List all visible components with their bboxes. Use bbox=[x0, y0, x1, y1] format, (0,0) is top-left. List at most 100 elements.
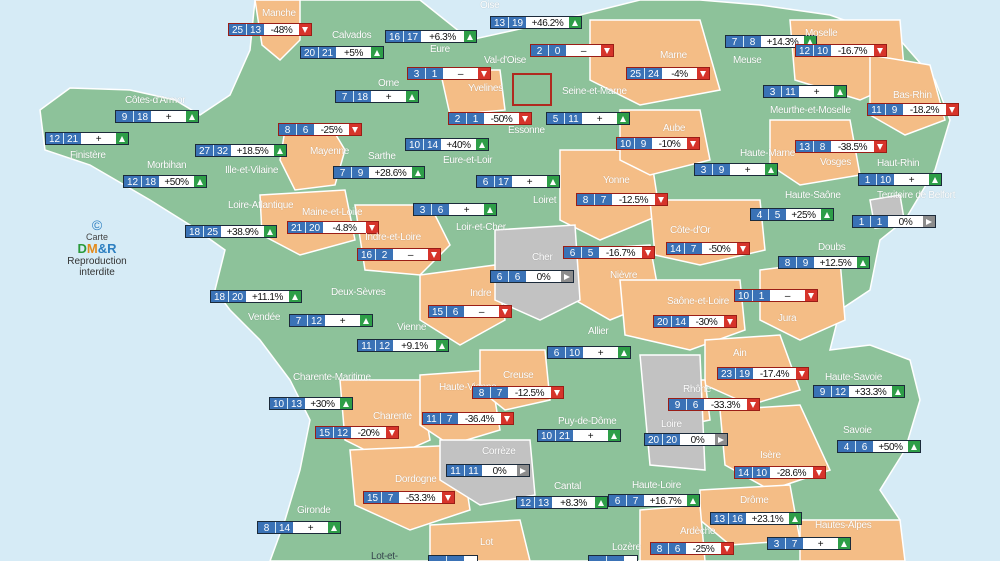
dept-stat-haute-loire: 6 7 +16.7% bbox=[608, 494, 700, 507]
dept-name-cote-d-or: Côte-d'Or bbox=[670, 225, 711, 236]
stat-count-current: 7 bbox=[594, 194, 612, 206]
stat-change: -4% bbox=[662, 68, 697, 80]
stat-count-previous: 25 bbox=[229, 24, 246, 36]
stat-count-previous: 11 bbox=[447, 465, 464, 477]
triangle-up-icon bbox=[484, 204, 496, 215]
dept-stat-ille-et-vilaine: 27 32 +18.5% bbox=[195, 144, 287, 157]
stat-count-previous: 9 bbox=[814, 386, 831, 398]
copyright-symbol: © bbox=[91, 217, 103, 233]
stat-change: +30% bbox=[305, 398, 340, 410]
stat-count-current: 6 bbox=[668, 543, 686, 555]
dept-stat-oise: 13 19 +46.2% bbox=[490, 16, 582, 29]
dept-stat-moselle: 12 10 -16.7% bbox=[795, 44, 887, 57]
stat-count-previous: 11 bbox=[423, 413, 440, 425]
stat-count-current: 8 bbox=[813, 141, 831, 153]
stat-count-previous: 11 bbox=[358, 340, 375, 352]
stat-change: -4.8% bbox=[323, 222, 366, 234]
stat-count-previous: 12 bbox=[46, 133, 63, 145]
stat-change: – bbox=[443, 68, 478, 80]
dept-stat-isere: 14 10 -28.6% bbox=[734, 466, 826, 479]
triangle-up-icon bbox=[608, 430, 620, 441]
dept-stat-loiret: 6 17 + bbox=[476, 175, 560, 188]
dept-name-vosges: Vosges bbox=[820, 157, 852, 168]
dept-name-finistere: Finistère bbox=[70, 150, 106, 161]
triangle-up-icon bbox=[618, 347, 630, 358]
triangle-up-icon bbox=[289, 291, 301, 302]
stat-count-previous: 6 bbox=[564, 247, 581, 259]
stat-change: + bbox=[512, 176, 547, 188]
dept-name-jura: Jura bbox=[778, 313, 797, 324]
triangle-up-icon bbox=[274, 145, 286, 156]
stat-count-previous: 8 bbox=[651, 543, 668, 555]
dept-stat-allier: 6 10 + bbox=[547, 346, 631, 359]
dept-stat-nievre: 6 5 -16.7% bbox=[563, 246, 655, 259]
triangle-up-icon bbox=[186, 111, 198, 122]
stat-change: + bbox=[81, 133, 116, 145]
dept-name-drome: Drôme bbox=[740, 495, 769, 506]
stat-change bbox=[624, 556, 637, 561]
stat-change: – bbox=[464, 306, 499, 318]
stat-count-previous: 8 bbox=[779, 257, 796, 269]
stat-count-current: 18 bbox=[133, 111, 151, 123]
dept-stat-drome: 13 16 +23.1% bbox=[710, 512, 802, 525]
triangle-up-icon bbox=[194, 176, 206, 187]
dept-stat-doubs: 8 9 +12.5% bbox=[778, 256, 870, 269]
stat-count-current: 5 bbox=[768, 209, 786, 221]
stat-count-current: 21 bbox=[318, 47, 336, 59]
triangle-up-icon bbox=[765, 164, 777, 175]
stat-count-current: 12 bbox=[333, 427, 351, 439]
stat-count-current: 8 bbox=[743, 36, 761, 48]
triangle-up-icon bbox=[436, 340, 448, 351]
stat-change: -25% bbox=[686, 543, 721, 555]
triangle-up-icon bbox=[857, 257, 869, 268]
dept-stat-vienne: 11 12 +9.1% bbox=[357, 339, 449, 352]
stat-count-previous: 9 bbox=[669, 399, 686, 411]
stat-count-previous: 6 bbox=[477, 176, 494, 188]
stat-count-previous: 7 bbox=[726, 36, 743, 48]
stat-count-previous: 20 bbox=[654, 316, 671, 328]
stat-change: +50% bbox=[159, 176, 194, 188]
stat-change bbox=[464, 556, 477, 561]
stat-count-current: 20 bbox=[228, 291, 246, 303]
stat-count-current: 19 bbox=[735, 368, 753, 380]
stat-change: +8.3% bbox=[552, 497, 595, 509]
stat-change: +12.5% bbox=[814, 257, 857, 269]
stat-count-current: 19 bbox=[508, 17, 526, 29]
triangle-down-icon bbox=[697, 68, 709, 79]
stat-count-previous: 16 bbox=[358, 249, 375, 261]
stat-count-current: 9 bbox=[351, 167, 369, 179]
stat-count-previous: 6 bbox=[491, 271, 508, 283]
stat-change: +6.3% bbox=[421, 31, 464, 43]
dept-name-bas-rhin: Bas-Rhin bbox=[893, 90, 932, 101]
triangle-down-icon bbox=[299, 24, 311, 35]
stat-count-previous: 15 bbox=[316, 427, 333, 439]
stat-count-previous: 10 bbox=[406, 139, 423, 151]
triangle-down-icon bbox=[501, 413, 513, 424]
triangle-up-icon bbox=[340, 398, 352, 409]
stat-count-previous: 10 bbox=[270, 398, 287, 410]
stat-change: -16.7% bbox=[599, 247, 642, 259]
dept-stat-jura: 10 1– bbox=[734, 289, 818, 302]
stat-count-current: 14 bbox=[671, 316, 689, 328]
stat-change: – bbox=[566, 45, 601, 57]
stat-count-current: 2 bbox=[375, 249, 393, 261]
dept-name-savoie: Savoie bbox=[843, 425, 872, 436]
stat-count-previous: 7 bbox=[334, 167, 351, 179]
dept-stat-ardeche: 8 6 -25% bbox=[650, 542, 734, 555]
dept-stat-deux-sevres: 7 12 + bbox=[289, 314, 373, 327]
dept-stat-haute-savoie: 9 12 +33.3% bbox=[813, 385, 905, 398]
stat-count-current: 10 bbox=[876, 174, 894, 186]
triangle-up-icon bbox=[838, 538, 850, 549]
dept-stat-cotes-d-armor: 9 18 + bbox=[115, 110, 199, 123]
stat-change: 0% bbox=[888, 216, 923, 228]
logo-brand: DM&R bbox=[77, 241, 117, 256]
stat-change: -16.7% bbox=[831, 45, 874, 57]
stat-count-previous: 10 bbox=[735, 290, 752, 302]
stat-count-current: 17 bbox=[494, 176, 512, 188]
dept-name-vendee: Vendée bbox=[248, 312, 281, 323]
triangle-down-icon bbox=[724, 316, 736, 327]
dept-name-eure-et-loir: Eure-et-Loir bbox=[443, 155, 493, 166]
stat-count-previous: 20 bbox=[645, 434, 662, 446]
dept-name-seine-et-marne: Seine-et-Marne bbox=[562, 86, 627, 97]
stat-change: 0% bbox=[680, 434, 715, 446]
